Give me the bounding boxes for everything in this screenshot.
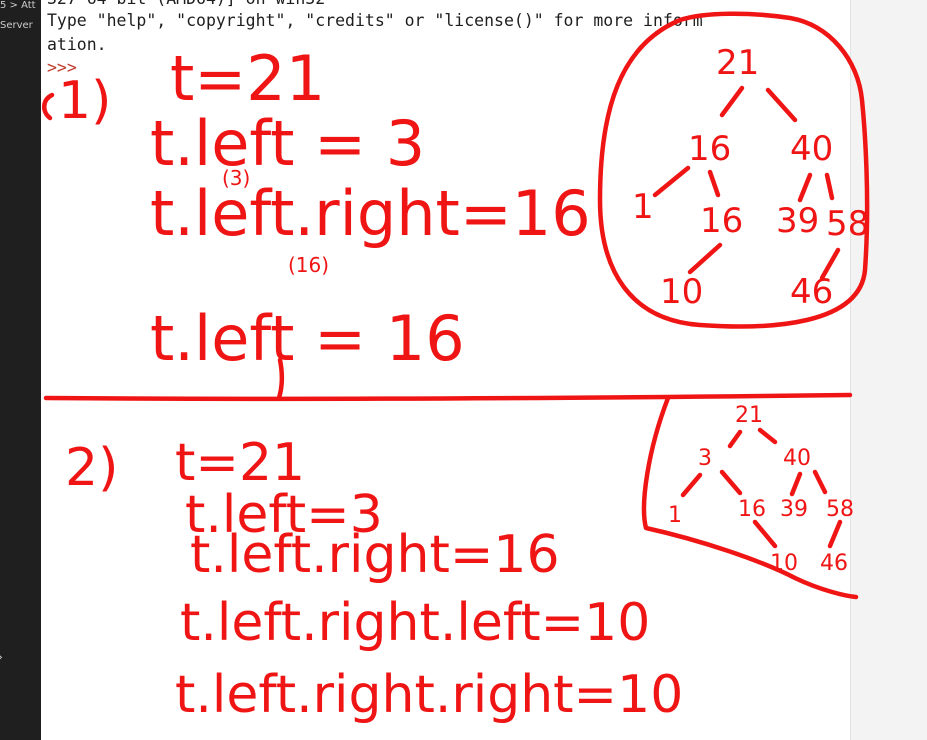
sidebar-server-label[interactable]: Server bbox=[0, 20, 33, 31]
console-prompt[interactable]: >>> bbox=[47, 56, 77, 80]
sidebar-breadcrumb[interactable]: 5 > Att bbox=[0, 0, 36, 11]
console-line: Type "help", "copyright", "credits" or "… bbox=[47, 11, 703, 30]
console-line: ation. bbox=[47, 35, 107, 54]
chevron-right-icon[interactable]: › bbox=[0, 650, 3, 664]
vertical-scrollbar[interactable] bbox=[850, 0, 927, 740]
left-sidebar: 5 > Att Server › bbox=[0, 0, 41, 740]
python-shell-console[interactable]: 327 64 bit (AMD64)] on win32 Type "help"… bbox=[41, 0, 850, 740]
